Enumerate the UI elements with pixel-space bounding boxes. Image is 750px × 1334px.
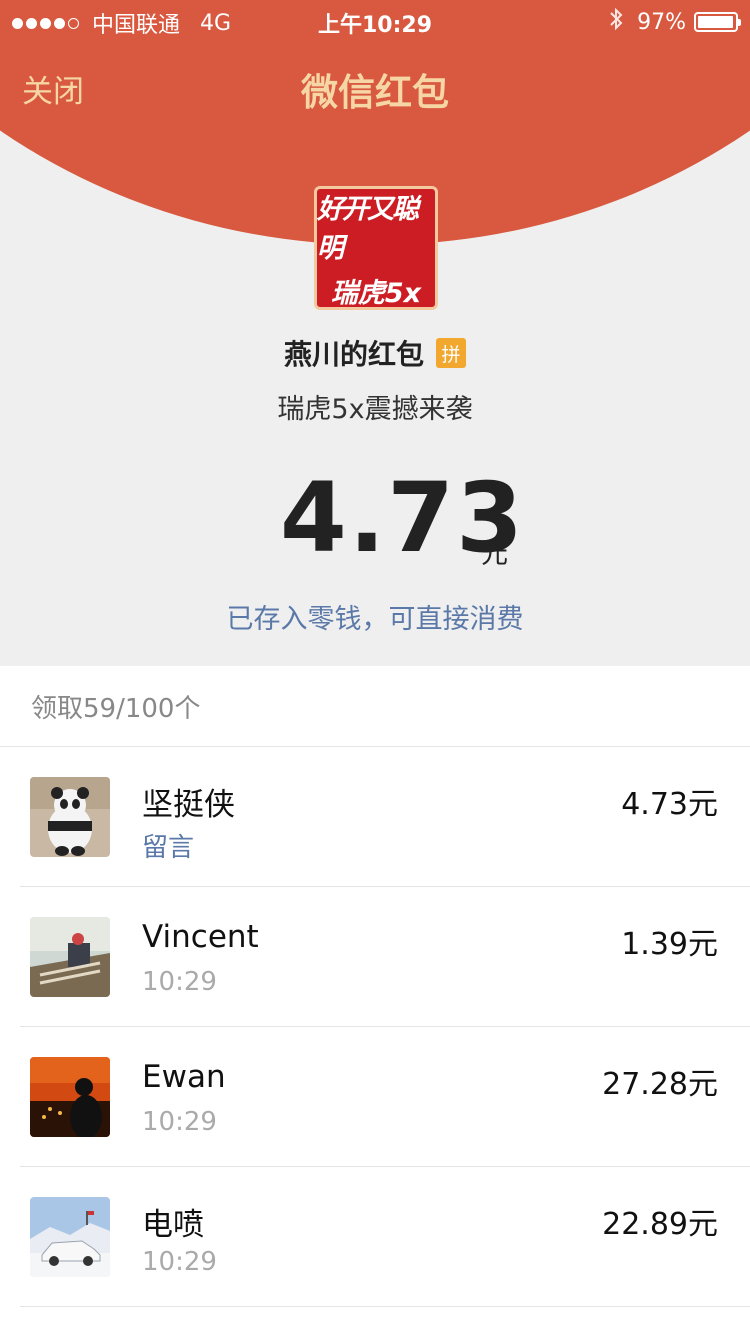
packet-header: 中国联通 4G 上午10:29 97% 关闭 微信红包 好开又聪明 瑞虎5x 燕… (0, 0, 750, 666)
recipient-name: Vincent (142, 919, 259, 955)
leave-message-link[interactable]: 留言 (142, 827, 194, 864)
list-item[interactable]: 电喷 10:29 22.89元 (0, 1167, 750, 1307)
battery-percent: 97% (637, 9, 686, 35)
claim-time: 10:29 (142, 1107, 217, 1137)
saved-to-wallet-link[interactable]: 已存入零钱，可直接消费 (0, 597, 750, 636)
recipient-list: 领取59/100个 坚挺侠 留言 4.73元 Vincent 10:29 1.3… (0, 666, 750, 1334)
sender-name: 燕川的红包 (283, 338, 424, 371)
avatar (30, 1197, 110, 1277)
recipient-name: 坚挺侠 (142, 787, 235, 823)
recipient-name: Ewan (142, 1059, 226, 1095)
recipient-name: 电喷 (142, 1207, 204, 1243)
claim-time: 10:29 (142, 1247, 217, 1277)
status-right: 97% (609, 7, 741, 37)
packet-wish: 瑞虎5x震撼来袭 (277, 394, 473, 425)
avatar (30, 1057, 110, 1137)
sender-logo: 好开又聪明 瑞虎5x (314, 186, 438, 310)
pin-badge: 拼 (436, 338, 466, 368)
claim-count: 领取59/100个 (31, 694, 201, 724)
list-item[interactable]: Vincent 10:29 1.39元 (0, 887, 750, 1027)
status-bar: 中国联通 4G 上午10:29 97% (0, 0, 750, 40)
logo-text-line2: 瑞虎5x (330, 277, 422, 309)
sender-row: 燕川的红包 拼 (0, 333, 750, 373)
battery-level-fill (698, 16, 733, 28)
recipient-amount: 27.28元 (602, 1067, 718, 1102)
list-item[interactable]: Ewan 10:29 27.28元 (0, 1027, 750, 1167)
amount-row: 4.73 元 (0, 462, 750, 574)
bluetooth-icon (609, 7, 623, 37)
avatar (30, 917, 110, 997)
divider (20, 1306, 750, 1307)
logo-text-line1: 好开又聪明 (317, 193, 419, 264)
recipient-amount: 4.73元 (621, 787, 718, 822)
recipient-amount: 1.39元 (621, 927, 718, 962)
avatar (30, 777, 110, 857)
battery-icon (694, 12, 741, 32)
claim-time: 10:29 (142, 967, 217, 997)
recipient-amount: 22.89元 (602, 1207, 718, 1242)
amount-unit: 元 (481, 539, 508, 570)
page-title: 微信红包 (301, 71, 449, 114)
list-item[interactable]: 坚挺侠 留言 4.73元 (0, 747, 750, 887)
